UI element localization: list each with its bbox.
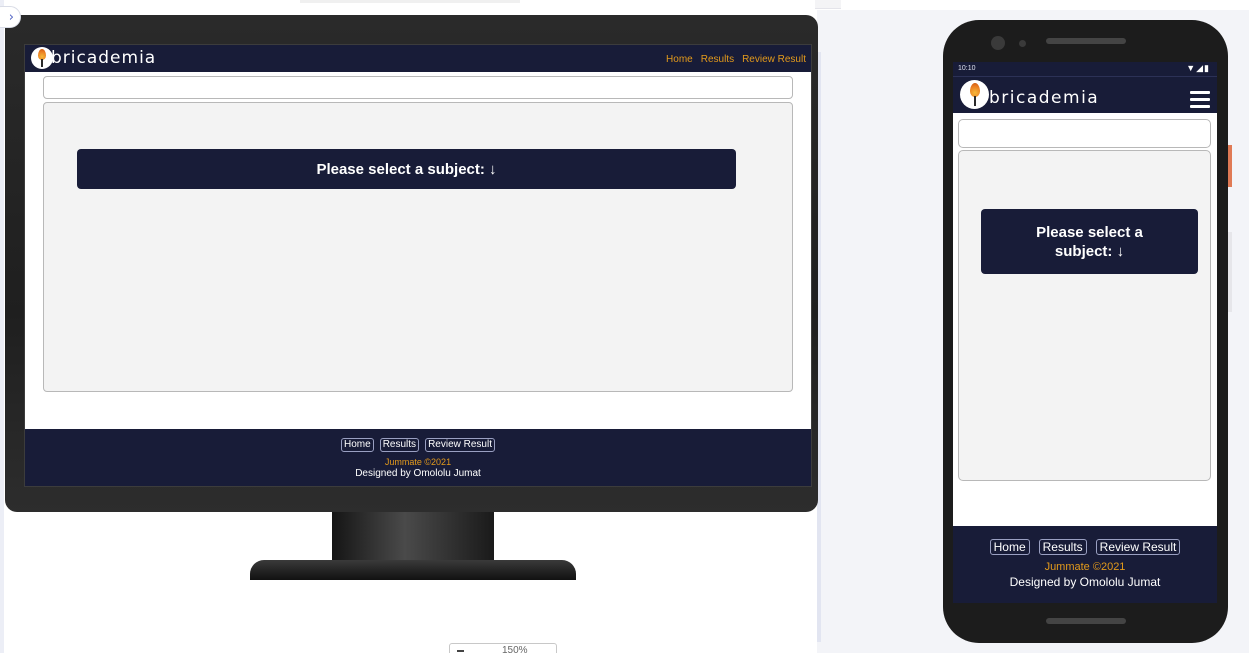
phone-navbar: bricademia bbox=[953, 76, 1217, 113]
side-tab-gray[interactable] bbox=[1228, 232, 1232, 312]
nav-results-link[interactable]: Results bbox=[701, 54, 734, 65]
nav-home-link[interactable]: Home bbox=[666, 54, 693, 65]
top-divider bbox=[300, 0, 520, 3]
phone-status-bar: 10:10 ▼◢▮ bbox=[953, 62, 1217, 76]
copyright-text: Jummate ©2021 bbox=[1044, 561, 1126, 573]
monitor-stand-neck bbox=[332, 512, 494, 562]
side-tab-orange[interactable] bbox=[1228, 145, 1232, 187]
earpiece-speaker bbox=[1046, 38, 1126, 44]
torch-logo-icon[interactable] bbox=[960, 80, 989, 109]
footer-results-button[interactable]: Results bbox=[379, 438, 420, 452]
nav-review-result-link[interactable]: Review Result bbox=[742, 54, 806, 65]
desktop-screen: bricademia Home Results Review Result Pl… bbox=[24, 44, 812, 487]
phone-footer: Home Results Review Result Jummate ©2021… bbox=[953, 526, 1217, 603]
footer-home-button[interactable]: Home bbox=[341, 438, 374, 452]
phone-select-subject-prompt: Please select a subject: ↓ bbox=[981, 209, 1198, 274]
bottom-speaker bbox=[1046, 618, 1126, 624]
phone-screen: 10:10 ▼◢▮ bricademia Please select a sub… bbox=[953, 62, 1217, 603]
desktop-navbar: bricademia Home Results Review Result bbox=[25, 45, 811, 72]
zoom-level: 150% bbox=[502, 645, 528, 653]
desktop-nav-links: Home Results Review Result bbox=[666, 54, 806, 65]
credit-text: Designed by Omololu Jumat bbox=[1009, 575, 1161, 589]
left-panel-edge bbox=[0, 0, 4, 653]
top-tab bbox=[815, 0, 841, 9]
monitor-stand-base bbox=[250, 560, 576, 580]
signal-battery-icon: ▼◢▮ bbox=[1186, 63, 1210, 73]
desktop-subject-select-bar[interactable] bbox=[43, 76, 793, 99]
chevron-right-icon[interactable]: › bbox=[0, 6, 21, 28]
footer-results-button[interactable]: Results bbox=[1038, 539, 1087, 555]
status-time: 10:10 bbox=[958, 65, 976, 72]
brand-name[interactable]: bricademia bbox=[51, 48, 156, 68]
footer-review-result-button[interactable]: Review Result bbox=[1095, 539, 1181, 555]
torch-logo-icon[interactable] bbox=[31, 47, 53, 69]
copyright-text: Jummate ©2021 bbox=[384, 457, 452, 467]
phone-footer-links: Home Results Review Result bbox=[953, 539, 1217, 555]
hamburger-menu-icon[interactable] bbox=[1190, 91, 1210, 108]
phone-subject-select-bar[interactable] bbox=[958, 119, 1211, 148]
zoom-control[interactable]: 150% bbox=[449, 643, 557, 653]
brand-name[interactable]: bricademia bbox=[989, 88, 1099, 108]
responsive-preview-page: bricademia Home Results Review Result Pl… bbox=[0, 0, 1249, 653]
footer-home-button[interactable]: Home bbox=[989, 539, 1030, 555]
footer-review-result-button[interactable]: Review Result bbox=[425, 438, 495, 452]
desktop-monitor-mockup: bricademia Home Results Review Result Pl… bbox=[5, 15, 818, 512]
zoom-out-icon[interactable] bbox=[457, 650, 464, 652]
phone-mockup: 10:10 ▼◢▮ bricademia Please select a sub… bbox=[943, 20, 1228, 643]
desktop-footer-links: Home Results Review Result bbox=[25, 438, 811, 452]
desktop-footer: Home Results Review Result Jummate ©2021… bbox=[25, 429, 811, 486]
desktop-select-subject-prompt: Please select a subject: ↓ bbox=[77, 149, 736, 189]
credit-text: Designed by Omololu Jumat bbox=[355, 468, 481, 479]
proximity-sensor bbox=[1019, 40, 1026, 47]
desktop-content-area bbox=[43, 102, 793, 392]
front-camera bbox=[991, 36, 1005, 50]
phone-content-area bbox=[958, 150, 1211, 481]
